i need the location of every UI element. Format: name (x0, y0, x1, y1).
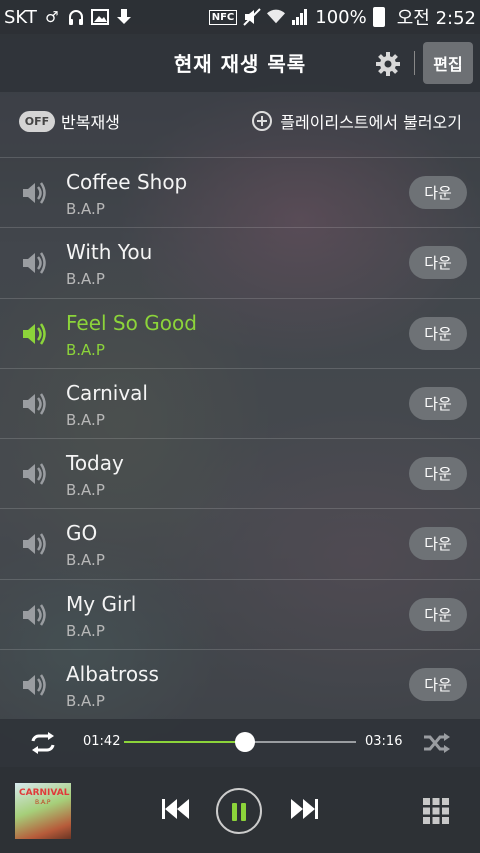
speaker-icon (20, 180, 48, 206)
repeat-toggle[interactable]: OFF 반복재생 (19, 109, 120, 133)
mute-icon (243, 8, 261, 26)
list-item[interactable]: GO B.A.P 다운 (0, 509, 480, 580)
track-title: With You (66, 240, 153, 265)
title-bar: 현재 재생 목록 편집 (0, 34, 480, 92)
track-artist: B.A.P (66, 270, 105, 289)
speaker-icon (20, 461, 48, 487)
track-title: My Girl (66, 591, 137, 616)
list-item[interactable]: My Girl B.A.P 다운 (0, 580, 480, 651)
pause-icon (241, 803, 246, 821)
track-artist: B.A.P (66, 410, 105, 429)
track-title: Today (66, 451, 124, 476)
list-item[interactable]: With You B.A.P 다운 (0, 228, 480, 299)
list-item[interactable]: Today B.A.P 다운 (0, 439, 480, 510)
album-artist: B.A.P (35, 799, 51, 806)
track-artist: B.A.P (66, 481, 105, 500)
speaker-icon (20, 602, 48, 628)
track-artist: B.A.P (66, 692, 105, 711)
list-item[interactable]: Albatross B.A.P 다운 (0, 650, 480, 719)
download-button[interactable]: 다운 (409, 597, 467, 631)
speaker-active-icon (20, 321, 48, 347)
nfc-icon: NFC (208, 9, 238, 25)
battery-icon (372, 7, 385, 27)
track-artist: B.A.P (66, 621, 105, 640)
load-playlist-label: 플레이리스트에서 불러오기 (280, 113, 462, 132)
album-art[interactable]: CARNIVAL B.A.P (15, 783, 71, 839)
download-button[interactable]: 다운 (409, 527, 467, 561)
repeat-icon[interactable] (27, 732, 59, 754)
options-bar: OFF 반복재생 플레이리스트에서 불러오기 (0, 92, 480, 150)
signal-icon (291, 8, 309, 26)
headphones-icon (67, 8, 85, 26)
download-button[interactable]: 다운 (409, 176, 467, 209)
load-playlist-button[interactable]: 플레이리스트에서 불러오기 (252, 109, 462, 133)
download-icon (115, 8, 133, 26)
album-title: CARNIVAL (19, 788, 70, 798)
wifi-icon (267, 8, 286, 26)
current-time: 01:42 (83, 734, 121, 749)
download-button[interactable]: 다운 (409, 386, 467, 420)
download-button[interactable]: 다운 (409, 457, 467, 491)
seek-bar-fill (124, 741, 245, 743)
repeat-label: 반복재생 (61, 113, 120, 132)
track-title: Albatross (66, 662, 159, 687)
track-title: Carnival (66, 380, 148, 405)
shuffle-icon[interactable] (422, 731, 452, 755)
download-button[interactable]: 다운 (409, 668, 467, 702)
edit-button[interactable]: 편집 (423, 42, 473, 84)
track-artist: B.A.P (66, 200, 105, 218)
track-title: Coffee Shop (66, 170, 188, 194)
download-button[interactable]: 다운 (409, 316, 467, 350)
progress-area: 01:42 03:16 (0, 719, 480, 767)
battery-percent: 100% (315, 6, 367, 28)
list-item[interactable]: Carnival B.A.P 다운 (0, 369, 480, 440)
list-item[interactable]: Coffee Shop B.A.P 다운 (0, 158, 480, 229)
track-artist: B.A.P (66, 340, 105, 359)
gender-icon: ♂ (45, 8, 59, 26)
page-title: 현재 재생 목록 (173, 52, 307, 76)
pause-button[interactable] (216, 788, 262, 834)
gear-icon[interactable] (374, 50, 402, 78)
previous-button[interactable] (160, 797, 192, 821)
track-list[interactable]: Coffee Shop B.A.P 다운 With You B.A.P 다운 F… (0, 157, 480, 719)
player-controls: CARNIVAL B.A.P (0, 767, 480, 853)
track-title: Feel So Good (66, 310, 197, 335)
repeat-state-badge: OFF (19, 110, 55, 132)
speaker-icon (20, 250, 48, 276)
clock: 오전 2:52 (396, 8, 476, 29)
add-circle-icon (252, 111, 273, 131)
download-button[interactable]: 다운 (409, 246, 467, 280)
list-item[interactable]: Feel So Good B.A.P 다운 (0, 299, 480, 369)
divider (414, 51, 415, 75)
seek-bar[interactable] (124, 732, 356, 752)
speaker-icon (20, 391, 48, 417)
seek-thumb[interactable] (234, 732, 255, 752)
status-bar: SKT ♂ NFC 100% 오전 2:52 (0, 0, 480, 34)
image-icon (90, 8, 109, 26)
speaker-icon (20, 672, 48, 698)
total-time: 03:16 (365, 734, 403, 749)
carrier-label: SKT (4, 6, 37, 28)
next-button[interactable] (288, 797, 320, 821)
pause-icon (232, 803, 237, 821)
speaker-icon (20, 531, 48, 557)
track-title: GO (66, 521, 98, 546)
grid-menu-icon[interactable] (423, 798, 449, 824)
track-artist: B.A.P (66, 551, 105, 570)
